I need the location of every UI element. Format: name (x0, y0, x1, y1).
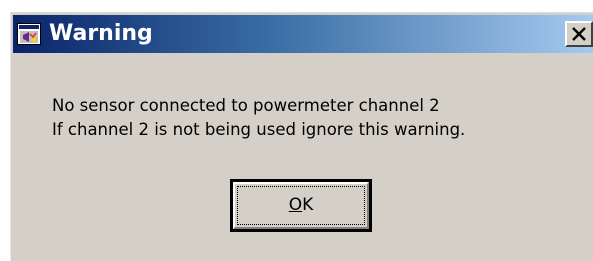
ok-button[interactable]: OK (230, 179, 372, 232)
title-bar[interactable]: Warning (13, 15, 593, 53)
message-line-1: No sensor connected to powermeter channe… (52, 96, 440, 115)
close-button[interactable] (565, 21, 593, 47)
warning-message: No sensor connected to powermeter channe… (52, 94, 465, 142)
ok-mnemonic: O (288, 195, 303, 215)
ok-label-rest: K (302, 195, 314, 215)
labview-app-icon (17, 23, 41, 45)
window-title: Warning (49, 21, 153, 46)
ok-button-label: OK (233, 194, 369, 216)
message-line-2: If channel 2 is not being used ignore th… (52, 120, 466, 139)
warning-dialog: Warning No sensor connected to powermete… (10, 12, 593, 261)
